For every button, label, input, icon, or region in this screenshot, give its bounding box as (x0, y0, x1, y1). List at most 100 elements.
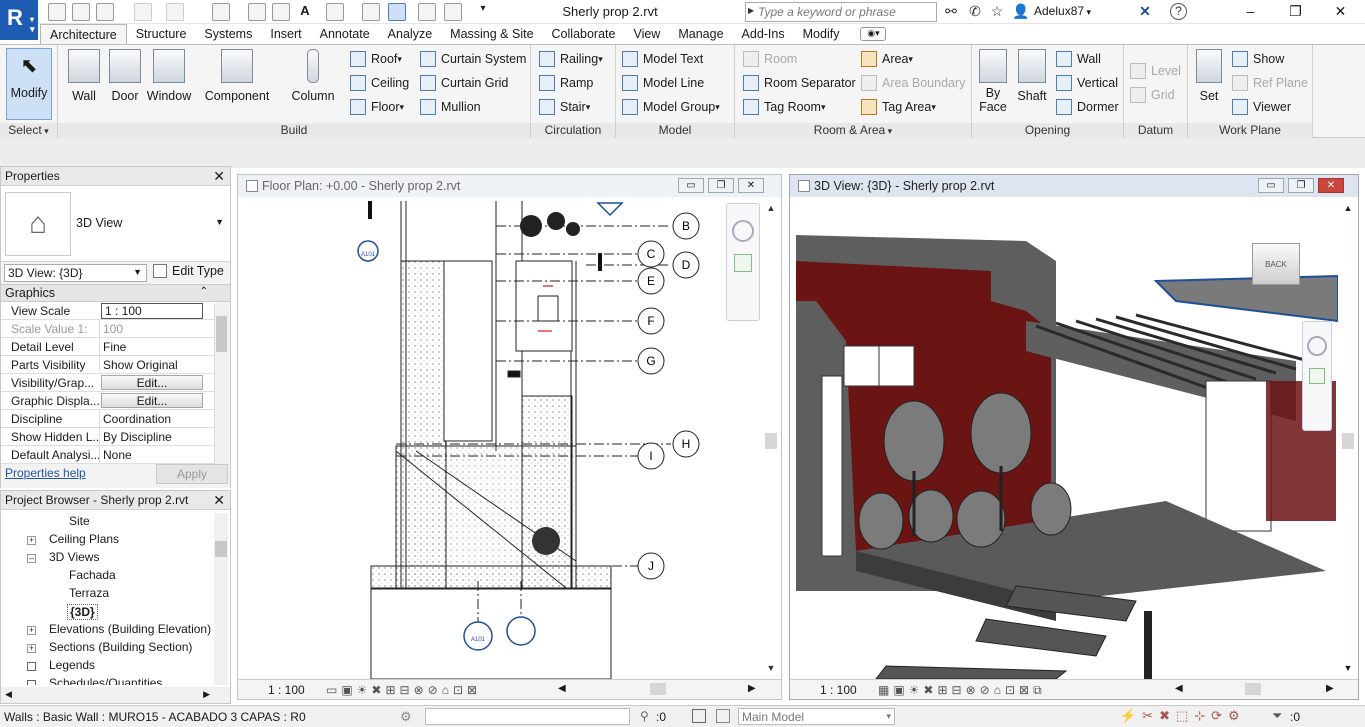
editing-requests-icon[interactable]: ⚲ (640, 709, 649, 723)
select-panel-label[interactable]: Select (0, 123, 57, 139)
undo-icon[interactable] (134, 3, 152, 21)
user-menu[interactable]: Adelux87 (1034, 4, 1091, 18)
close-icon[interactable]: ✕ (738, 178, 764, 193)
edit-type-button[interactable]: Edit Type (153, 264, 224, 278)
steering-wheel-icon[interactable] (732, 220, 754, 242)
dimension-icon[interactable] (248, 3, 266, 21)
tree-item-3d-active[interactable]: {3D} (67, 604, 98, 620)
shaft-button[interactable]: Shaft (1014, 49, 1050, 103)
binoculars-icon[interactable]: ⚯ (942, 3, 960, 21)
tab-architecture[interactable]: Architecture (40, 24, 127, 44)
text-icon[interactable]: A (296, 3, 314, 21)
graphic-display-edit-button[interactable]: Edit... (101, 393, 203, 408)
tree-item-3d-views[interactable]: 3D Views (49, 550, 99, 564)
dormer-button[interactable]: Dormer (1056, 97, 1119, 117)
column-button[interactable]: Column (286, 49, 340, 103)
floor-button[interactable]: Floor (350, 97, 404, 117)
measure-icon[interactable] (212, 3, 230, 21)
thin-lines-icon[interactable] (388, 3, 406, 21)
level-button[interactable]: Level (1130, 61, 1181, 81)
ref-plane-button[interactable]: Ref Plane (1232, 73, 1308, 93)
search-input[interactable]: Type a keyword or phrase (745, 2, 937, 22)
tag-room-button[interactable]: Tag Room (743, 97, 826, 117)
area-boundary-button[interactable]: Area Boundary (861, 73, 965, 93)
design-option-select-icon[interactable] (716, 709, 730, 723)
expand-icon[interactable]: + (27, 536, 36, 545)
visibility-edit-button[interactable]: Edit... (101, 375, 203, 390)
scroll-thumb[interactable] (765, 433, 777, 449)
scroll-thumb[interactable] (216, 316, 227, 352)
exchange-apps-icon[interactable]: ✕ (1136, 3, 1154, 21)
workset-selector[interactable] (425, 708, 630, 725)
redo-icon[interactable] (166, 3, 184, 21)
tab-modify[interactable]: Modify (794, 24, 849, 44)
scroll-left-icon[interactable]: ◀ (558, 683, 566, 694)
set-button[interactable]: Set (1194, 49, 1224, 103)
curtain-grid-button[interactable]: Curtain Grid (420, 73, 508, 93)
properties-scrollbar[interactable] (214, 304, 228, 464)
view-scale[interactable]: 1 : 100 (268, 683, 305, 697)
save-icon[interactable] (72, 3, 90, 21)
wall-button[interactable]: Wall (64, 49, 104, 103)
property-value[interactable]: None (99, 446, 215, 463)
selection-filter-icons[interactable]: ⚡✂✖⬚⊹⟳⚙ (1120, 708, 1246, 724)
apply-button[interactable]: Apply (156, 464, 228, 484)
curtain-system-button[interactable]: Curtain System (420, 49, 526, 69)
wall-opening-button[interactable]: Wall (1056, 49, 1101, 69)
expand-icon[interactable]: + (27, 626, 36, 635)
room-separator-button[interactable]: Room Separator (743, 73, 856, 93)
help-icon[interactable]: ? (1170, 3, 1187, 20)
room-button[interactable]: Room (743, 49, 797, 69)
tree-item-site[interactable]: Site (69, 514, 90, 528)
modify-button[interactable]: ⬉ Modify (6, 48, 52, 120)
floor-plan-canvas[interactable]: B C D E F G H I J A101 A101 (246, 201, 766, 679)
switch-windows-icon[interactable] (444, 3, 462, 21)
roof-button[interactable]: Roof (350, 49, 402, 69)
close-icon[interactable]: ✕ (1318, 178, 1344, 193)
tree-item-fachada[interactable]: Fachada (69, 568, 116, 582)
section-tag-a101[interactable]: A101 (361, 252, 376, 258)
scroll-left-icon[interactable]: ◀ (1175, 683, 1183, 694)
vertical-opening-button[interactable]: Vertical (1056, 73, 1118, 93)
zoom-icon[interactable] (1309, 368, 1325, 384)
ribbon-toggle-icon[interactable]: ◉▾ (860, 27, 887, 41)
model-text-button[interactable]: Model Text (622, 49, 703, 69)
3d-view[interactable]: 3D View: {3D} - Sherly prop 2.rvt ▭ ❐ ✕ (789, 174, 1359, 700)
tag-area-button[interactable]: Tag Area (861, 97, 936, 117)
scroll-right-icon[interactable]: ▶ (1326, 683, 1334, 694)
navigation-bar[interactable] (726, 203, 760, 321)
scroll-thumb[interactable] (215, 541, 227, 557)
component-button[interactable]: Component (202, 49, 272, 103)
tag-icon[interactable] (272, 3, 290, 21)
room-area-panel-label[interactable]: Room & Area (735, 123, 971, 139)
scroll-thumb[interactable] (650, 683, 666, 695)
minimize-icon[interactable]: – (1228, 0, 1273, 24)
by-face-button[interactable]: By Face (976, 49, 1010, 114)
property-value[interactable]: Coordination (99, 410, 215, 427)
zoom-icon[interactable] (734, 254, 752, 272)
railing-button[interactable]: Railing (539, 49, 603, 69)
design-options-icon[interactable] (692, 709, 706, 723)
tab-insert[interactable]: Insert (261, 24, 310, 44)
communication-center-icon[interactable]: ✆ (966, 3, 984, 21)
model-line-button[interactable]: Model Line (622, 73, 704, 93)
window-button[interactable]: Window (146, 49, 192, 103)
open-icon[interactable] (48, 3, 66, 21)
tab-collaborate[interactable]: Collaborate (543, 24, 625, 44)
tab-view[interactable]: View (624, 24, 669, 44)
application-menu-button[interactable]: R ▾ (0, 0, 38, 40)
scroll-thumb[interactable] (1342, 433, 1354, 449)
worksets-icon[interactable]: ⚙ (400, 709, 412, 725)
model-group-button[interactable]: Model Group (622, 97, 720, 117)
close-icon[interactable]: ✕ (213, 492, 225, 509)
tab-massing-site[interactable]: Massing & Site (441, 24, 542, 44)
expand-icon[interactable]: + (27, 644, 36, 653)
stair-button[interactable]: Stair (539, 97, 590, 117)
restore-icon[interactable]: ❐ (1273, 0, 1318, 24)
floor-plan-vscrollbar[interactable]: ▲ ▼ (765, 203, 777, 673)
scroll-thumb[interactable] (1245, 683, 1261, 695)
collapse-icon[interactable]: – (27, 554, 36, 563)
view-control-icons[interactable]: ▦▣☀✖⊞⊟⊗⊘⌂⊡⊠⧉ (878, 683, 1046, 698)
close-hidden-windows-icon[interactable] (418, 3, 436, 21)
minimize-icon[interactable]: ▭ (678, 178, 704, 193)
